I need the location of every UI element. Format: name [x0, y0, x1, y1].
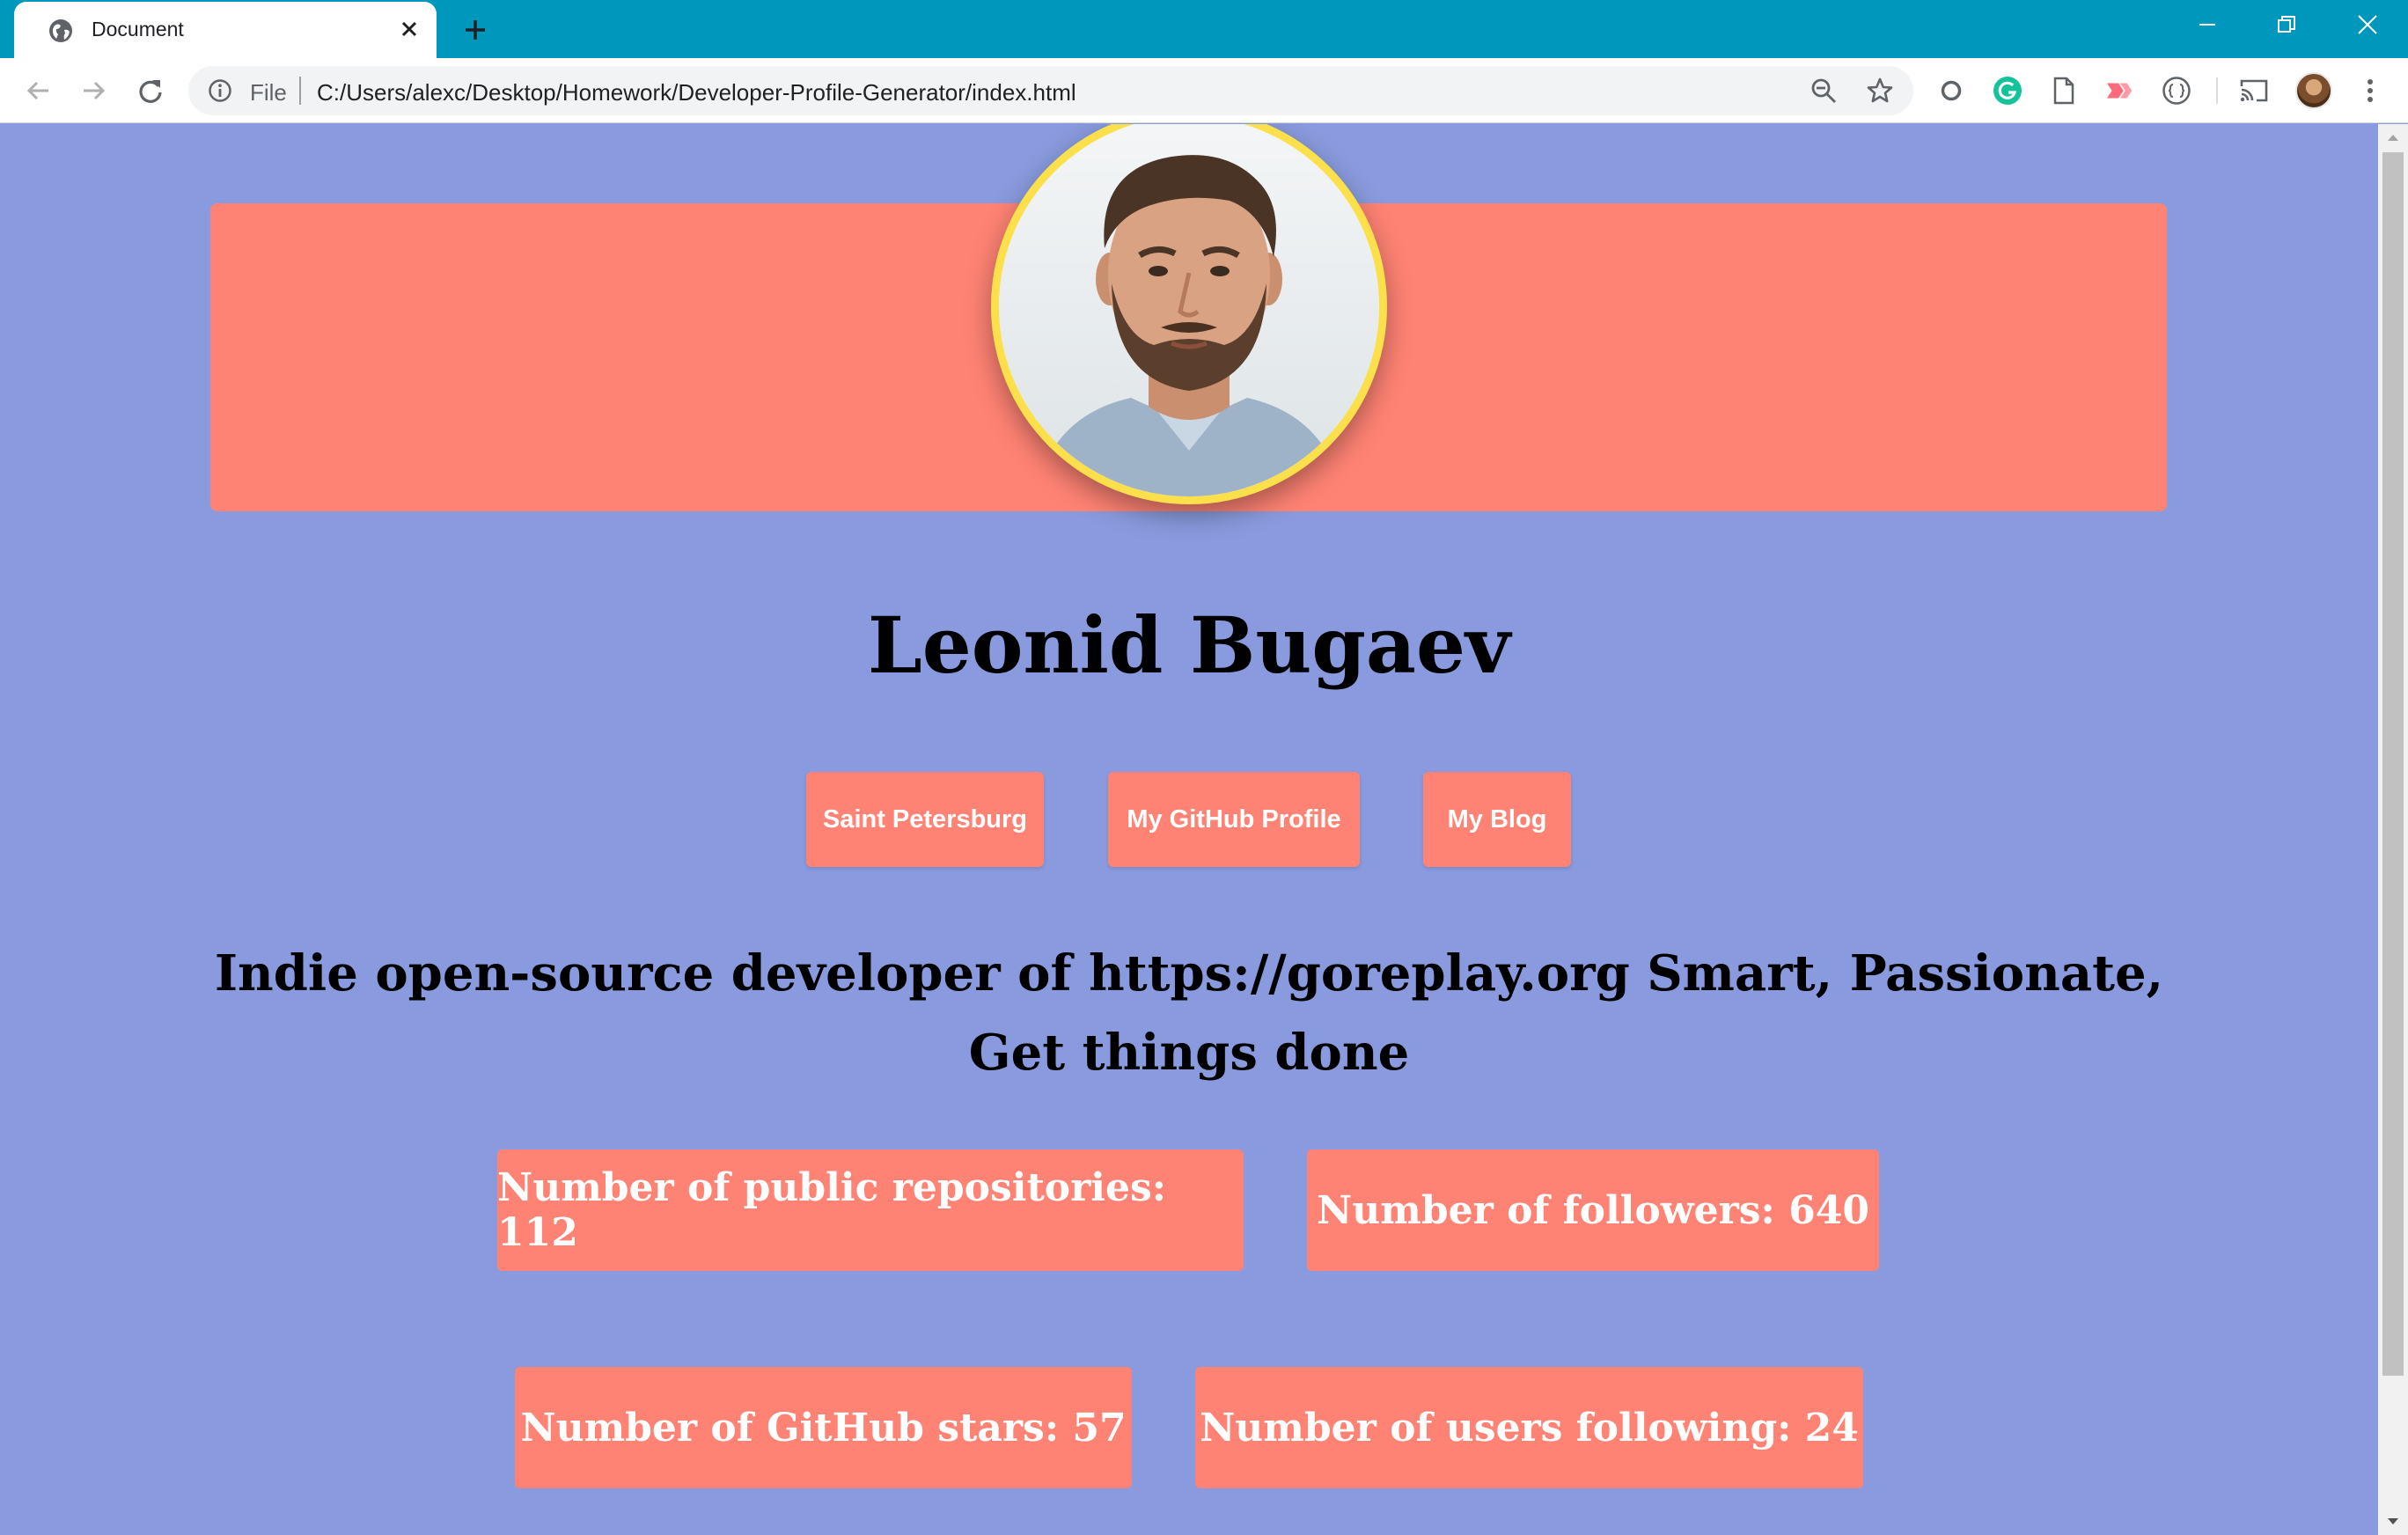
stat-github-stars: Number of GitHub stars: 57	[515, 1367, 1132, 1488]
grammarly-icon[interactable]	[1993, 76, 2023, 106]
zoom-icon[interactable]	[1810, 77, 1838, 105]
omnibox-divider	[299, 77, 301, 105]
profile-photo	[991, 124, 1387, 504]
page-viewport: Leonid Bugaev Saint Petersburg My GitHub…	[0, 124, 2378, 1535]
scroll-down-arrow-icon[interactable]	[2378, 1509, 2408, 1535]
location-button[interactable]: Saint Petersburg	[806, 772, 1044, 867]
page-icon[interactable]	[2049, 76, 2079, 106]
close-window-icon[interactable]	[2327, 0, 2408, 49]
stat-following: Number of users following: 24	[1195, 1367, 1863, 1488]
profile-bio: Indie open-source developer of https://g…	[214, 944, 2164, 1082]
forward-arrow-icon[interactable]	[76, 72, 113, 109]
screencast-extension-icon[interactable]	[2105, 76, 2135, 106]
browser-title-bar: Document	[0, 0, 2408, 58]
close-tab-icon[interactable]	[394, 14, 424, 44]
reload-icon[interactable]	[132, 72, 169, 109]
circle-extension-icon[interactable]	[1936, 76, 1966, 106]
browser-toolbar: File C:/Users/alexc/Desktop/Homework/Dev…	[0, 58, 2408, 123]
back-arrow-icon[interactable]	[19, 72, 56, 109]
tab-title: Document	[92, 18, 184, 40]
bookmark-star-icon[interactable]	[1866, 77, 1894, 105]
restore-icon[interactable]	[2246, 0, 2327, 49]
stat-public-repos: Number of public repositories: 112	[497, 1149, 1244, 1271]
new-tab-plus-icon[interactable]	[456, 12, 495, 48]
info-icon[interactable]	[208, 78, 232, 103]
code-brackets-icon[interactable]	[2162, 76, 2191, 106]
scrollbar-thumb[interactable]	[2382, 152, 2404, 1376]
blog-button[interactable]: My Blog	[1423, 772, 1571, 867]
minimize-icon[interactable]	[2167, 0, 2248, 49]
toolbar-divider	[2216, 77, 2218, 104]
vertical-scrollbar[interactable]	[2378, 124, 2408, 1535]
scroll-up-arrow-icon[interactable]	[2378, 124, 2408, 151]
scheme-label: File	[250, 79, 287, 106]
address-bar[interactable]: File C:/Users/alexc/Desktop/Homework/Dev…	[188, 66, 1913, 115]
profile-name: Leonid Bugaev	[867, 599, 1511, 691]
cast-icon[interactable]	[2239, 76, 2269, 106]
url-text[interactable]: C:/Users/alexc/Desktop/Homework/Develope…	[317, 79, 1076, 106]
menu-kebab-icon[interactable]	[2355, 76, 2385, 106]
stat-followers: Number of followers: 640	[1307, 1149, 1879, 1271]
profile-avatar[interactable]	[2295, 72, 2332, 109]
github-profile-button[interactable]: My GitHub Profile	[1108, 772, 1360, 867]
browser-tab[interactable]: Document	[14, 2, 437, 58]
globe-icon	[49, 19, 72, 42]
